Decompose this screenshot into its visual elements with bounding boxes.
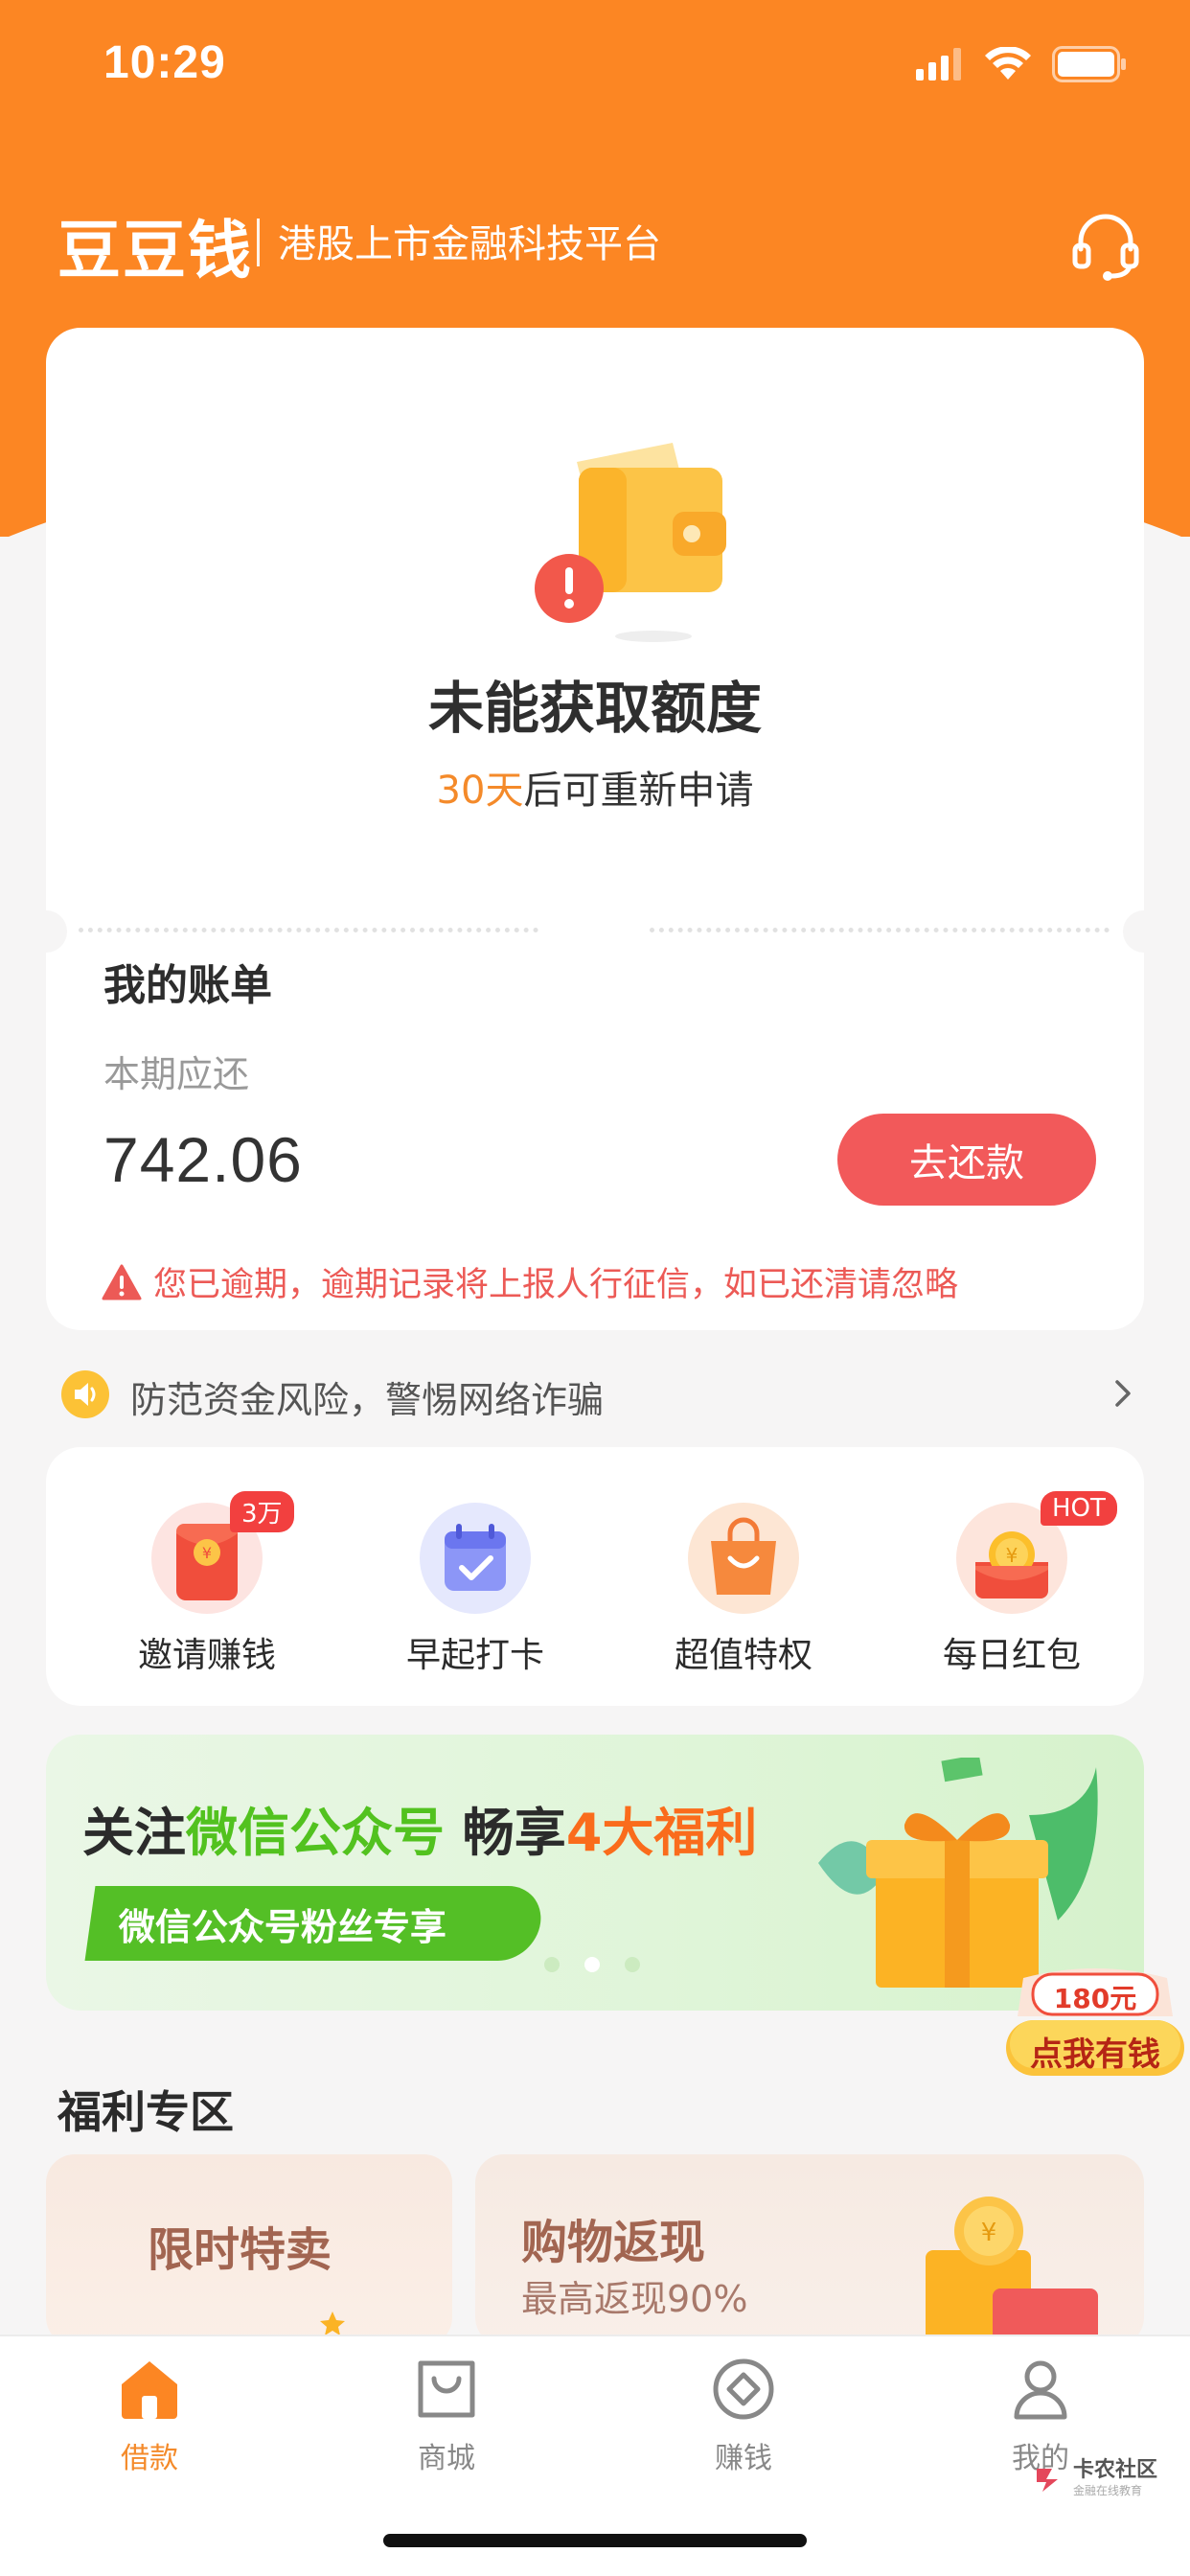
promo-title: 限时特卖 — [148, 2223, 332, 2277]
brand-logo: 豆豆钱 — [57, 214, 253, 288]
floating-coupon[interactable]: 180元 点我有钱 — [1004, 1959, 1186, 2083]
coupon-label: 点我有钱 — [1030, 2036, 1160, 2074]
home-icon — [122, 2361, 177, 2419]
feature-label: 超值特权 — [674, 1636, 812, 1675]
coupon-amount: 180元 — [1053, 1983, 1137, 2014]
wechat-banner[interactable]: 关注微信公众号 畅享4大福利 微信公众号粉丝专享 — [46, 1735, 1144, 2011]
banner-pill: 微信公众号粉丝专享 — [84, 1886, 546, 1961]
chevron-right-icon — [1115, 1380, 1131, 1407]
calendar-check-icon — [420, 1503, 531, 1614]
quota-title: 未能获取额度 — [427, 676, 762, 741]
cashback-bags-icon: ¥ — [926, 2196, 1098, 2346]
watermark-sub: 金融在线教育 — [1072, 2484, 1142, 2498]
promo-title: 购物返现 — [521, 2216, 706, 2269]
status-icons — [916, 46, 1127, 82]
tab-mall[interactable]: 商城 — [370, 2356, 523, 2476]
card-notch-right — [1123, 910, 1165, 953]
notice-text: 防范资金风险，警惕网络诈骗 — [130, 1379, 605, 1421]
shopping-bag-icon — [688, 1503, 799, 1614]
svg-text:¥: ¥ — [1006, 1544, 1018, 1567]
watermark-label: 卡农社区 — [1072, 2458, 1157, 2482]
overdue-warning: 您已逾期，逾期记录将上报人行征信，如已还清请忽略 — [102, 1257, 958, 1306]
speaker-icon — [61, 1370, 109, 1418]
pagination-dot-active[interactable] — [584, 1957, 600, 1972]
status-time: 10:29 — [103, 37, 226, 88]
home-indicator — [383, 2534, 807, 2547]
feature-checkin[interactable]: 早起打卡 — [379, 1503, 571, 1677]
reapply-days: 30天 — [436, 769, 524, 813]
feature-label: 早起打卡 — [405, 1636, 544, 1675]
tab-earn[interactable]: 赚钱 — [667, 2356, 820, 2476]
watermark: 卡农社区 金融在线教育 — [1033, 2458, 1157, 2498]
warning-icon — [102, 1264, 142, 1300]
feature-badge: 3万 — [230, 1491, 294, 1532]
quota-subtitle: 30天后可重新申请 — [46, 759, 1144, 815]
diamond-coin-icon — [713, 2358, 774, 2420]
banner-title-benefits: 4大福利 — [565, 1803, 758, 1863]
divider-left — [79, 928, 538, 932]
overdue-text: 您已逾期，逾期记录将上报人行征信，如已还清请忽略 — [153, 1266, 959, 1304]
signal-icon — [916, 48, 961, 80]
tab-label: 商城 — [418, 2442, 475, 2475]
svg-text:¥: ¥ — [981, 2219, 997, 2247]
feature-label: 每日红包 — [942, 1636, 1081, 1675]
banner-pill-text: 微信公众号粉丝专享 — [119, 1905, 447, 1948]
feature-privilege[interactable]: 超值特权 — [648, 1503, 839, 1677]
repay-button[interactable]: 去还款 — [837, 1114, 1096, 1206]
brand-slogan: 港股上市金融科技平台 — [278, 222, 661, 266]
wallet-warning-icon — [535, 443, 726, 642]
watermark-logo-icon — [1036, 2468, 1058, 2492]
notice-bar[interactable]: 防范资金风险，警惕网络诈骗 — [0, 1351, 1190, 1447]
promo-subtitle: 最高返现90% — [521, 2278, 748, 2320]
feature-badge: HOT — [1041, 1491, 1117, 1526]
bag-icon — [418, 2360, 475, 2418]
promo-flash-sale[interactable]: 限时特卖 — [46, 2154, 452, 2346]
feature-label: 邀请赚钱 — [137, 1636, 276, 1675]
pagination-dot[interactable] — [625, 1957, 640, 1972]
bill-title: 我的账单 — [103, 961, 272, 1010]
banner-title: 关注微信公众号 畅享4大福利 — [82, 1790, 757, 1866]
bill-due-label: 本期应还 — [103, 1053, 250, 1095]
section-title: 福利专区 — [57, 2086, 234, 2138]
banner-title-prefix: 关注 — [82, 1803, 186, 1863]
feature-daily-redpacket[interactable]: ¥ HOT 每日红包 — [916, 1491, 1117, 1677]
card-notch-left — [25, 910, 67, 953]
brand-divider — [257, 218, 260, 266]
bill-amount: 742.06 — [103, 1124, 303, 1195]
pagination-dot[interactable] — [544, 1957, 560, 1972]
top-nav: 豆豆钱 港股上市金融科技平台 — [0, 192, 1190, 297]
status-bar: 10:29 — [0, 0, 1190, 134]
banner-pagination — [544, 1957, 640, 1972]
promo-cashback[interactable]: 购物返现 最高返现90% ¥ — [475, 2154, 1144, 2346]
headset-icon[interactable] — [1067, 207, 1144, 284]
svg-text:¥: ¥ — [202, 1544, 212, 1562]
quota-card: 未能获取额度 30天后可重新申请 我的账单 本期应还 742.06 去还款 您已… — [25, 328, 1165, 1330]
battery-icon — [1052, 46, 1126, 82]
features-card: ¥ 3万 邀请赚钱 早起打卡 超值特权 ¥ HOT 每日红包 — [46, 1447, 1144, 1706]
tab-loan[interactable]: 借款 — [73, 2356, 226, 2476]
tab-label: 借款 — [121, 2442, 178, 2475]
wifi-icon — [985, 47, 1031, 80]
tab-label: 赚钱 — [715, 2442, 772, 2475]
reapply-text: 后可重新申请 — [523, 769, 754, 813]
divider-right — [650, 928, 1110, 932]
feature-invite[interactable]: ¥ 3万 邀请赚钱 — [111, 1491, 303, 1677]
user-icon — [1014, 2360, 1067, 2420]
banner-title-mid: 畅享 — [445, 1803, 566, 1863]
banner-title-wechat: 微信公众号 — [186, 1803, 445, 1863]
